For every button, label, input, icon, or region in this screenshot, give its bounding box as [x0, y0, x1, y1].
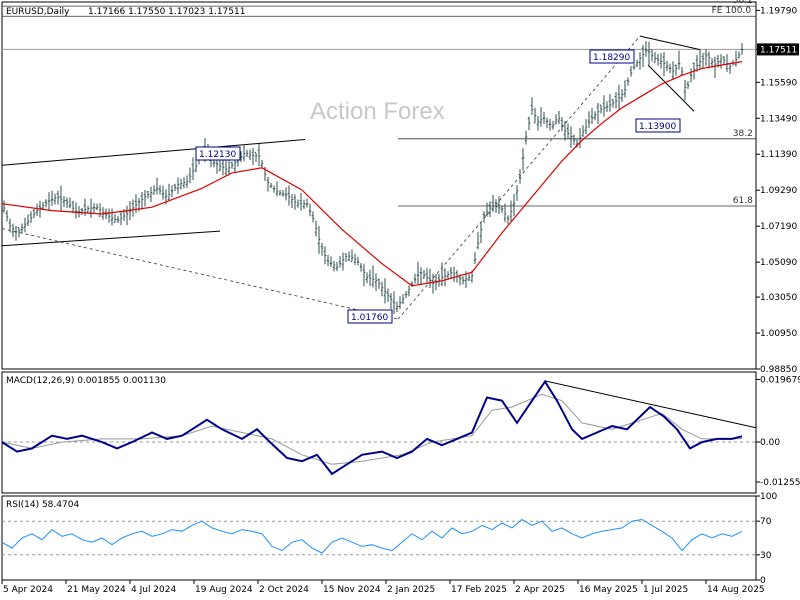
x-tick-label: 2 Oct 2024 — [259, 585, 309, 595]
x-tick-label: 5 Apr 2024 — [3, 585, 53, 595]
price-y-tick-label: 1.07190 — [760, 222, 797, 232]
rsi-y-tick-label: 70 — [760, 517, 772, 527]
price-annotation-label: 1.12130 — [199, 150, 236, 160]
x-tick-label: 2 Apr 2025 — [515, 585, 565, 595]
price-ohlc: 1.17166 1.17550 1.17023 1.17511 — [88, 7, 245, 17]
x-tick-label: 21 May 2024 — [67, 585, 126, 595]
price-annotation-label: 1.13900 — [639, 122, 676, 132]
price-y-tick-label: 1.03050 — [760, 293, 797, 303]
price-annotation-label: 1.18290 — [593, 53, 630, 63]
price-y-tick-label: 1.11390 — [760, 150, 797, 160]
x-tick-label: 4 Jul 2024 — [131, 585, 176, 595]
fib-level-label: FE 100.0 — [712, 6, 752, 16]
x-tick-label: 16 May 2025 — [579, 585, 638, 595]
rsi-y-tick-label: 30 — [760, 551, 772, 561]
x-tick-label: 1 Jul 2025 — [643, 585, 688, 595]
rsi-title: RSI(14) 58.4704 — [6, 500, 79, 510]
fib-level-label: 61.8 — [733, 196, 753, 206]
price-y-tick-label: 1.09290 — [760, 186, 797, 196]
macd-y-tick-label: 0.00 — [760, 438, 780, 448]
price-y-tick-label: 1.15590 — [760, 78, 797, 88]
macd-y-tick-label: -0.012552 — [760, 478, 800, 488]
price-title: EURUSD,Daily — [6, 7, 70, 17]
price-y-tick-label: 1.19790 — [760, 6, 797, 16]
price-y-tick-label: 1.05090 — [760, 258, 797, 268]
macd-y-tick-label: 0.019679 — [760, 375, 800, 385]
x-tick-label: 15 Nov 2024 — [323, 585, 381, 595]
price-y-tick-label: 1.13490 — [760, 114, 797, 124]
rsi-y-tick-label: 100 — [760, 492, 777, 502]
x-tick-label: 2 Jan 2025 — [387, 585, 435, 595]
watermark-text: Action Forex — [310, 98, 445, 125]
x-tick-label: 19 Aug 2024 — [195, 585, 253, 595]
last-price-label: 1.17511 — [760, 45, 797, 55]
fib-level-label: 38.2 — [733, 0, 753, 6]
chart-svg: Action Forex EURUSD,Daily 1.17166 1.17550 … — [0, 0, 800, 600]
price-annotation-label: 1.01760 — [351, 313, 388, 323]
price-y-tick-label: 0.98850 — [760, 365, 797, 375]
chart-root: Action Forex EURUSD,Daily 1.17166 1.17550 … — [0, 0, 800, 600]
fib-level-label: 38.2 — [733, 129, 753, 139]
x-tick-label: 17 Feb 2025 — [451, 585, 507, 595]
macd-title: MACD(12,26,9) 0.001855 0.001130 — [6, 376, 166, 386]
x-tick-label: 14 Aug 2025 — [707, 585, 765, 595]
price-y-tick-label: 1.00950 — [760, 329, 797, 339]
